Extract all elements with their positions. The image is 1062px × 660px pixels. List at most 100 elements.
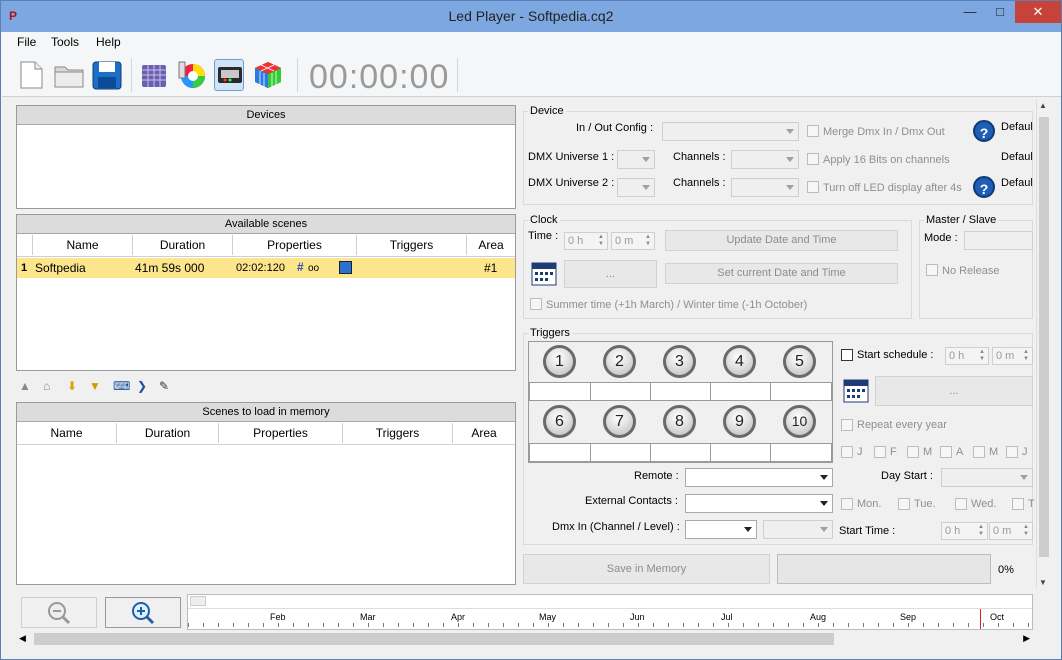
month-checkbox-1[interactable] [841, 446, 853, 458]
trigger-button-5[interactable]: 5 [783, 345, 816, 378]
month-checkbox-6[interactable] [1006, 446, 1018, 458]
month-checkbox-3[interactable] [907, 446, 919, 458]
mem-col-area[interactable]: Area [453, 423, 515, 443]
hash-circle-icon[interactable]: ⌨ [113, 379, 130, 393]
update-date-button[interactable]: Update Date and Time [665, 230, 898, 251]
trigger-button-4[interactable]: 4 [723, 345, 756, 378]
col-name[interactable]: Name [33, 235, 133, 255]
trigger-button-7[interactable]: 7 [603, 405, 636, 438]
repeat-year-checkbox[interactable] [841, 419, 853, 431]
clock-minute-input[interactable]: 0 m ▲ ▼ [611, 232, 655, 250]
minimize-button[interactable]: — [955, 1, 985, 23]
trigger-button-10[interactable]: 10 [783, 405, 816, 438]
calendar-icon[interactable] [531, 260, 557, 286]
mode-select[interactable] [964, 231, 1033, 250]
trigger-button-8[interactable]: 8 [663, 405, 696, 438]
waveform-icon[interactable]: ▲ [19, 379, 31, 393]
color-picker-button[interactable] [176, 59, 206, 91]
scene-duration: 41m 59s 000 [135, 261, 205, 275]
dmx-u2-select[interactable] [617, 178, 655, 197]
zoom-out-button[interactable] [21, 597, 97, 628]
cube-button[interactable] [252, 59, 282, 91]
day-checkbox-thu[interactable] [1012, 498, 1024, 510]
trigger-button-6[interactable]: 6 [543, 405, 576, 438]
month-label-6: J [1022, 446, 1028, 458]
schedule-hour-input[interactable]: 0 h ▲ ▼ [945, 347, 989, 365]
16bit-checkbox[interactable] [807, 153, 819, 165]
col-triggers[interactable]: Triggers [357, 235, 467, 255]
col-properties[interactable]: Properties [233, 235, 357, 255]
memory-scenes-panel: Scenes to load in memory Name Duration P… [16, 402, 516, 585]
remote-label: Remote : [634, 470, 679, 482]
trigger-button-2[interactable]: 2 [603, 345, 636, 378]
mem-col-triggers[interactable]: Triggers [343, 423, 453, 443]
bottom-scrollbar[interactable]: ◀ ▶ [16, 631, 1033, 647]
col-area[interactable]: Area [467, 235, 515, 255]
controller-button[interactable] [214, 59, 244, 91]
timeline[interactable]: Feb Mar Apr May Jun Jul Aug Sep Oct [187, 594, 1033, 630]
channels-2-select[interactable] [731, 178, 799, 197]
menu-tools[interactable]: Tools [51, 35, 79, 49]
schedule-calendar-icon[interactable] [843, 377, 869, 403]
clock-hour-input[interactable]: 0 h ▲ ▼ [564, 232, 608, 250]
mem-col-name[interactable]: Name [17, 423, 117, 443]
clock-date-button[interactable]: ... [564, 260, 657, 288]
channels-label-2: Channels : [673, 177, 726, 189]
month-mar: Mar [360, 612, 376, 622]
month-checkbox-2[interactable] [874, 446, 886, 458]
menu-file[interactable]: File [17, 35, 36, 49]
help-icon-2[interactable]: ? [973, 176, 995, 198]
trigger-button-3[interactable]: 3 [663, 345, 696, 378]
dmx-in-channel-select[interactable] [685, 520, 757, 539]
day-checkbox-mon[interactable] [841, 498, 853, 510]
open-folder-button[interactable] [53, 59, 84, 91]
sound-icon[interactable]: ❯ [137, 379, 147, 393]
home-icon[interactable]: ⌂ [43, 379, 50, 393]
month-checkbox-5[interactable] [973, 446, 985, 458]
set-current-date-button[interactable]: Set current Date and Time [665, 263, 898, 284]
day-checkbox-tue[interactable] [898, 498, 910, 510]
channels-1-select[interactable] [731, 150, 799, 169]
led-matrix-button[interactable] [138, 59, 168, 91]
day-start-select[interactable] [941, 468, 1033, 487]
table-row[interactable]: 1 Softpedia 41m 59s 000 02:02:120 # oo #… [17, 258, 515, 278]
dmx-u1-select[interactable] [617, 150, 655, 169]
external-contacts-select[interactable] [685, 494, 833, 513]
close-button[interactable]: ✕ [1015, 1, 1061, 23]
start-schedule-checkbox[interactable] [841, 349, 853, 361]
month-jul: Jul [721, 612, 733, 622]
app-window: P Led Player - Softpedia.cq2 — □ ✕ File … [0, 0, 1062, 660]
new-file-button[interactable] [16, 59, 46, 91]
trigger-button-1[interactable]: 1 [543, 345, 576, 378]
schedule-date-button[interactable]: ... [875, 376, 1033, 406]
month-apr: Apr [451, 612, 466, 622]
start-time-hour-input[interactable]: 0 h ▲ ▼ [941, 522, 988, 540]
col-duration[interactable]: Duration [133, 235, 233, 255]
zoom-in-button[interactable] [105, 597, 181, 628]
save-in-memory-button[interactable]: Save in Memory [523, 554, 770, 584]
right-scrollbar[interactable]: ▲ ▼ [1036, 99, 1050, 589]
arrow-down-icon[interactable]: ⬇ [67, 379, 77, 393]
summer-time-checkbox[interactable] [530, 298, 542, 310]
no-release-checkbox[interactable] [926, 264, 938, 276]
mem-col-properties[interactable]: Properties [219, 423, 343, 443]
new-file-icon [20, 61, 43, 89]
day-checkbox-wed[interactable] [955, 498, 967, 510]
help-icon[interactable]: ? [973, 120, 995, 142]
schedule-minute-input[interactable]: 0 m ▲ ▼ [992, 347, 1033, 365]
save-button[interactable] [91, 59, 122, 91]
turnoff-checkbox[interactable] [807, 181, 819, 193]
month-checkbox-4[interactable] [940, 446, 952, 458]
trigger-button-9[interactable]: 9 [723, 405, 756, 438]
edit-line-icon[interactable]: ✎ [159, 379, 169, 393]
start-time-minute-input[interactable]: 0 m ▲ ▼ [989, 522, 1033, 540]
menu-help[interactable]: Help [96, 35, 121, 49]
dmx-in-level-select[interactable] [763, 520, 833, 539]
scene-multi-icon[interactable]: ▼ [89, 379, 101, 393]
maximize-button[interactable]: □ [985, 1, 1015, 23]
in-out-config-select[interactable] [662, 122, 799, 141]
remote-select[interactable] [685, 468, 833, 487]
folder-icon [54, 66, 84, 88]
mem-col-duration[interactable]: Duration [117, 423, 219, 443]
merge-checkbox[interactable] [807, 125, 819, 137]
